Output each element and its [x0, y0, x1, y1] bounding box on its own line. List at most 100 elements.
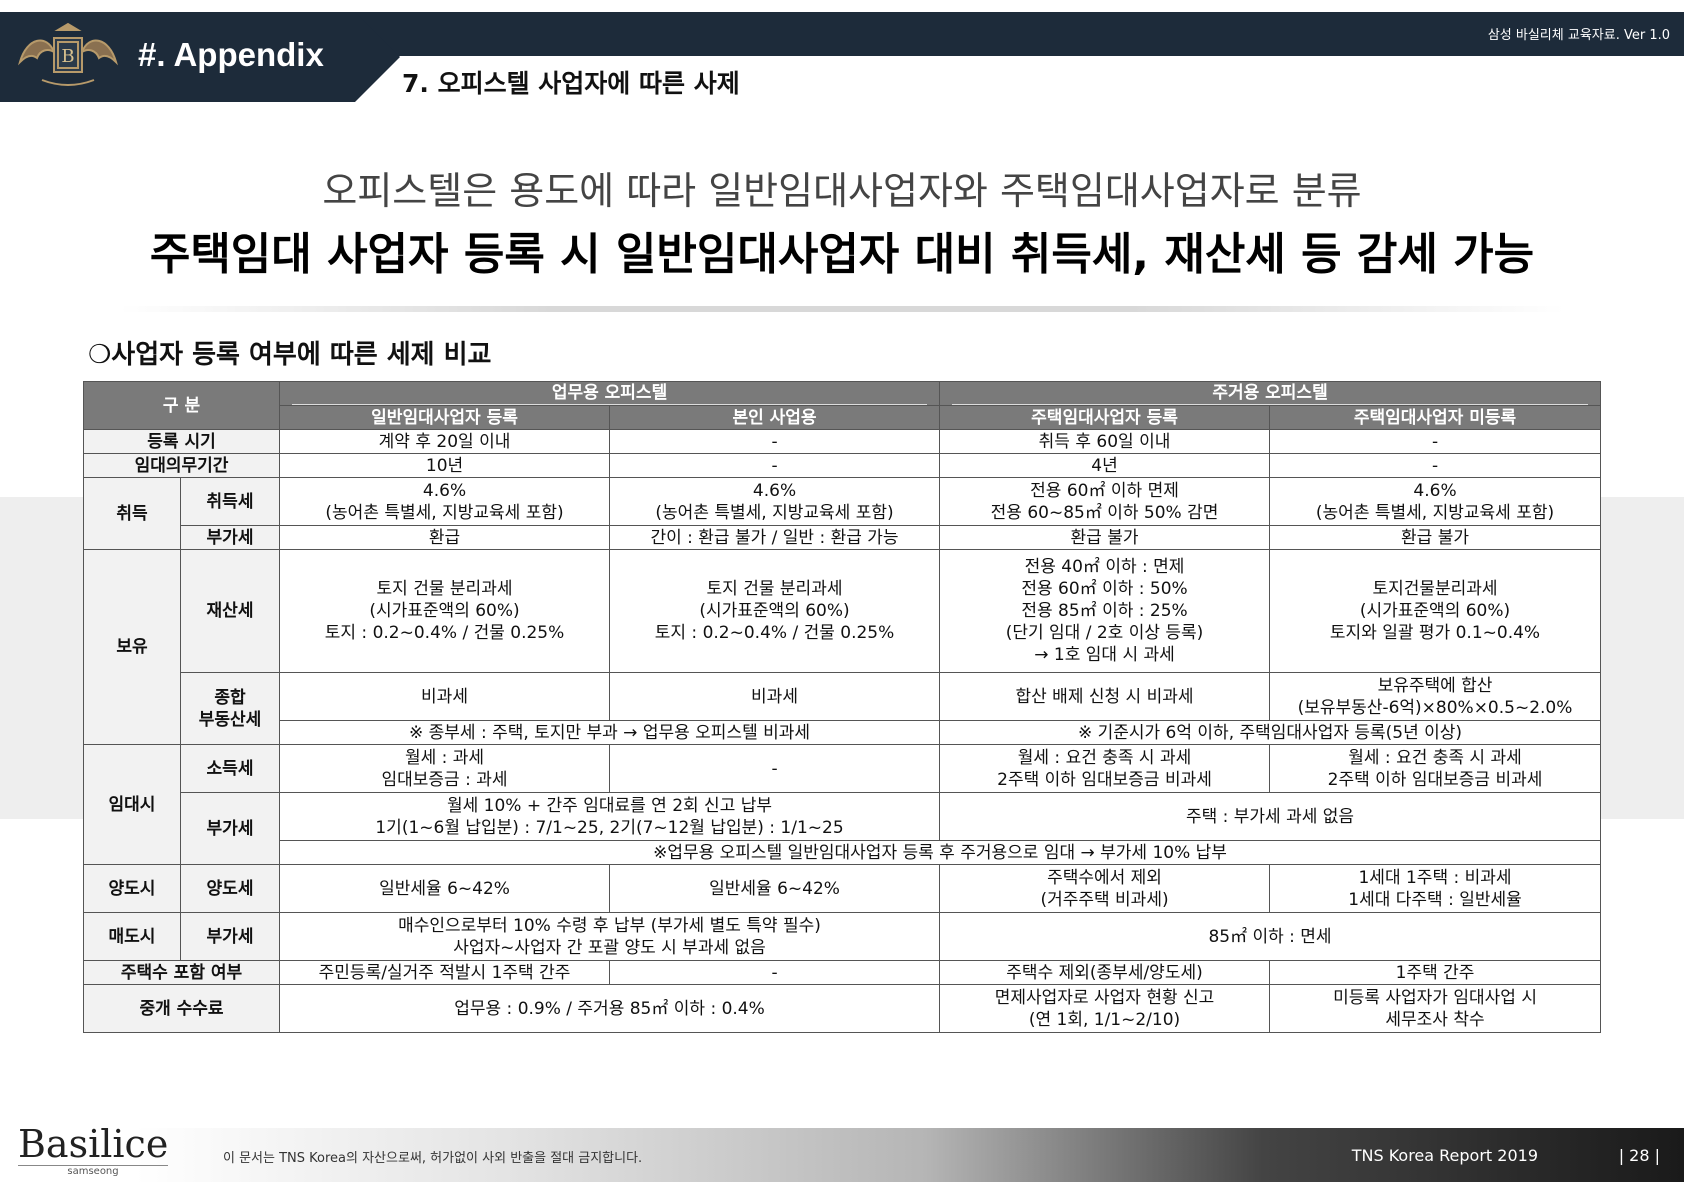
table-cell: 4.6% (농어촌 특별세, 지방교육세 포함) — [279, 477, 611, 526]
row-label: 양도세 — [179, 864, 281, 913]
copyright-notice: 이 문서는 TNS Korea의 자산으로써, 허가없이 사외 반출을 절대 금… — [223, 1151, 643, 1166]
note-cell: ※ 종부세 : 주택, 토지만 부과 → 업무용 오피스텔 비과세 — [279, 720, 941, 745]
row-label: 소득세 — [179, 744, 281, 793]
table-cell: - — [609, 453, 941, 478]
table-cell: 비과세 — [279, 672, 611, 721]
row-label: 중개 수수료 — [82, 984, 281, 1033]
header-col-general-lease: 일반임대사업자 등록 — [279, 405, 611, 430]
table-cell: 일반세율 6~42% — [609, 864, 941, 913]
table-cell: 월세 : 과세 임대보증금 : 과세 — [279, 744, 611, 793]
header-group-business: 업무용 오피스텔 — [279, 381, 941, 406]
section-title: ❍사업자 등록 여부에 따른 세제 비교 — [88, 340, 492, 370]
note-cell: ※ 기준시가 6억 이하, 주택임대사업자 등록(5년 이상) — [939, 720, 1602, 745]
row-label: 등록 시기 — [82, 429, 281, 454]
row-label: 부가세 — [179, 792, 281, 865]
table-cell: 합산 배제 신청 시 비과세 — [939, 672, 1271, 721]
divider — [120, 306, 1564, 312]
table-cell: 간이 : 환급 불가 / 일반 : 환급 가능 — [609, 525, 941, 550]
row-label: 재산세 — [179, 549, 281, 673]
table-row: 취득 취득세 4.6% (농어촌 특별세, 지방교육세 포함) 4.6% (농어촌 … — [83, 477, 1602, 550]
table-row: 보유 재산세 토지 건물 분리과세 (시가표준액의 60%) 토지 : 0.2~0.… — [83, 549, 1602, 745]
tax-comparison-table: 구 분 업무용 오피스텔 주거용 오피스텔 일반임대사업자 등록 본인 사업용 … — [82, 381, 1602, 1033]
table-cell: 전용 40㎡ 이하 : 면제 전용 60㎡ 이하 : 50% 전용 85㎡ 이하 :… — [939, 549, 1271, 673]
table-cell: 취득 후 60일 이내 — [939, 429, 1271, 454]
table-cell: 월세 10% + 간주 임대료를 연 2회 신고 납부 1기(1~6월 납입분) … — [279, 792, 941, 841]
header-col-housing-unregistered: 주택임대사업자 미등록 — [1269, 405, 1602, 430]
header-col-housing-registered: 주택임대사업자 등록 — [939, 405, 1271, 430]
table-row: 임대의무기간 10년 - 4년 - — [82, 453, 1602, 478]
page-number: | 28 | — [1618, 1146, 1660, 1165]
section-label: #. Appendix — [138, 36, 324, 73]
table-cell: 매수인으로부터 10% 수령 후 납부 (부가세 별도 특약 필수) 사업자~사업… — [279, 912, 941, 961]
row-label: 부가세 — [179, 912, 281, 961]
table-cell: 비과세 — [609, 672, 941, 721]
table-cell: 10년 — [279, 453, 611, 478]
note-cell: ※업무용 오피스텔 일반임대사업자 등록 후 주거용으로 임대 → 부가세 10… — [279, 840, 1602, 865]
row-label: 주택수 포함 여부 — [82, 960, 281, 985]
table-row: 부가세 월세 10% + 간주 임대료를 연 2회 신고 납부 1기(1~6월 납… — [84, 792, 1602, 865]
table-row: ※ 종부세 : 주택, 토지만 부과 → 업무용 오피스텔 비과세 ※ 기준시가… — [84, 720, 1602, 745]
table-header-row: 구 분 업무용 오피스텔 주거용 오피스텔 — [82, 381, 1602, 430]
table-cell: 85㎡ 이하 : 면세 — [939, 912, 1602, 961]
header-category: 구 분 — [82, 381, 281, 430]
svg-text:B: B — [61, 46, 74, 67]
table-cell: 4.6% (농어촌 특별세, 지방교육세 포함) — [1269, 477, 1602, 526]
table-cell: 1세대 1주택 : 비과세 1세대 다주택 : 일반세율 — [1269, 864, 1602, 913]
table-cell: 4년 — [939, 453, 1271, 478]
brand-subtitle: samseong — [18, 1165, 168, 1177]
header-col-own-business: 본인 사업용 — [609, 405, 941, 430]
table-cell: 환급 불가 — [1269, 525, 1602, 550]
table-cell: 월세 : 요건 충족 시 과세 2주택 이하 임대보증금 비과세 — [1269, 744, 1602, 793]
row-group-label: 보유 — [83, 549, 181, 745]
report-label: TNS Korea Report 2019 — [1351, 1146, 1538, 1165]
row-group-label: 취득 — [83, 477, 181, 550]
table-cell: 환급 불가 — [939, 525, 1271, 550]
table-row: 등록 시기 계약 후 20일 이내 - 취득 후 60일 이내 - — [82, 429, 1602, 454]
row-label: 임대의무기간 — [82, 453, 281, 478]
row-label: 취득세 — [179, 477, 281, 526]
row-group-label: 임대시 — [83, 744, 181, 865]
row-label: 종합 부동산세 — [179, 672, 281, 745]
table-cell: 주택수 제외(종부세/양도세) — [939, 960, 1271, 985]
table-cell: - — [609, 429, 941, 454]
header-group-residential: 주거용 오피스텔 — [939, 381, 1602, 406]
table-cell: - — [1269, 453, 1602, 478]
row-group-label: 매도시 — [83, 912, 181, 961]
table-cell: 업무용 : 0.9% / 주거용 85㎡ 이하 : 0.4% — [279, 984, 941, 1033]
table-cell: 토지건물분리과세 (시가표준액의 60%) 토지와 일괄 평가 0.1~0.4% — [1269, 549, 1602, 673]
table-cell: 일반세율 6~42% — [279, 864, 611, 913]
page-title: 7. 오피스텔 사업자에 따른 사제 — [402, 69, 740, 98]
table-cell: 주택 : 부가세 과세 없음 — [939, 792, 1602, 841]
table-cell: 환급 — [279, 525, 611, 550]
table-cell: 월세 : 요건 충족 시 과세 2주택 이하 임대보증금 비과세 — [939, 744, 1271, 793]
table-cell: - — [609, 960, 941, 985]
headline-main: 주택임대 사업자 등록 시 일반임대사업자 대비 취득세, 재산세 등 감세 가… — [149, 229, 1535, 280]
table-cell: 1주택 간주 — [1269, 960, 1602, 985]
table-row: 매도시 부가세 매수인으로부터 10% 수령 후 납부 (부가세 별도 특약 필… — [83, 912, 1602, 961]
table-cell: 토지 건물 분리과세 (시가표준액의 60%) 토지 : 0.2~0.4% / 건물… — [279, 549, 611, 673]
table-cell: 전용 60㎡ 이하 면제 전용 60~85㎡ 이하 50% 감면 — [939, 477, 1271, 526]
table-cell: 주택수에서 제외 (거주주택 비과세) — [939, 864, 1271, 913]
table-cell: 주민등록/실거주 적발시 1주택 간주 — [279, 960, 611, 985]
table-row: ※업무용 오피스텔 일반임대사업자 등록 후 주거용으로 임대 → 부가세 10… — [84, 840, 1602, 865]
table-cell: 면제사업자로 사업자 현황 신고 (연 1회, 1/1~2/10) — [939, 984, 1271, 1033]
headline-sub: 오피스텔은 용도에 따라 일반임대사업자와 주택임대사업자로 분류 — [322, 169, 1362, 213]
table-cell: 4.6% (농어촌 특별세, 지방교육세 포함) — [609, 477, 941, 526]
crest-emblem-icon: B — [18, 22, 118, 86]
table-row: 종합 부동산세 비과세 비과세 합산 배제 신청 시 비과세 보유주택에 합산 (보… — [84, 672, 1602, 745]
row-group-label: 양도시 — [83, 864, 181, 913]
doc-version: 삼성 바실리체 교육자료. Ver 1.0 — [1487, 28, 1670, 43]
table-cell: 토지 건물 분리과세 (시가표준액의 60%) 토지 : 0.2~0.4% / 건물… — [609, 549, 941, 673]
table-cell: 미등록 사업자가 임대사업 시 세무조사 착수 — [1269, 984, 1602, 1033]
table-row: 주택수 포함 여부 주민등록/실거주 적발시 1주택 간주 - 주택수 제외(종… — [82, 960, 1602, 985]
table-row: 부가세 환급 간이 : 환급 불가 / 일반 : 환급 가능 환급 불가 환급 … — [84, 525, 1602, 550]
table-row: 임대시 소득세 월세 : 과세 임대보증금 : 과세 - 월세 : 요건 충족 시… — [83, 744, 1602, 865]
table-cell: 보유주택에 합산 (보유부동산-6억)×80%×0.5~2.0% — [1269, 672, 1602, 721]
table-cell: 계약 후 20일 이내 — [279, 429, 611, 454]
row-label: 부가세 — [179, 525, 281, 550]
table-header-row: 일반임대사업자 등록 본인 사업용 주택임대사업자 등록 주택임대사업자 미등록 — [84, 405, 1602, 430]
table-row: 양도시 양도세 일반세율 6~42% 일반세율 6~42% 주택수에서 제외 (거… — [83, 864, 1602, 913]
table-row: 중개 수수료 업무용 : 0.9% / 주거용 85㎡ 이하 : 0.4% 면제… — [82, 984, 1602, 1033]
table-cell: - — [1269, 429, 1602, 454]
table-cell: - — [609, 744, 941, 793]
